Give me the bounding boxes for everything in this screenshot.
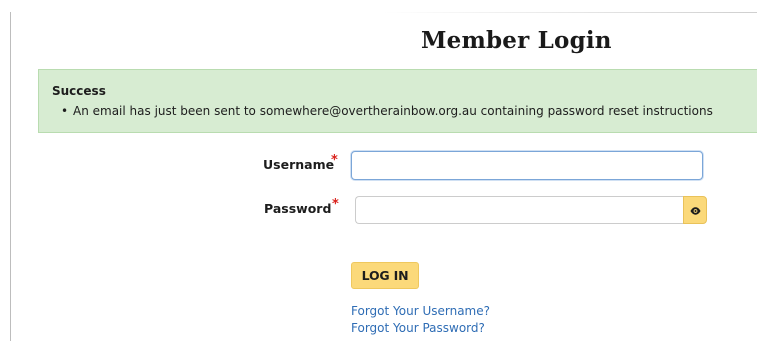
alert-message-text: An email has just been sent to somewhere… <box>73 104 713 118</box>
bullet-icon: • <box>61 104 69 118</box>
username-label: Username <box>263 157 335 172</box>
forgot-username-link[interactable]: Forgot Your Username? <box>351 304 490 318</box>
page-title: Member Login <box>421 27 612 54</box>
eye-icon <box>690 207 701 215</box>
login-button[interactable]: LOG IN <box>351 262 419 289</box>
success-alert: Success • An email has just been sent to… <box>38 69 757 133</box>
username-input[interactable] <box>351 151 703 180</box>
forgot-password-link[interactable]: Forgot Your Password? <box>351 321 485 335</box>
password-input[interactable] <box>355 196 683 224</box>
frame-top-border <box>10 12 757 13</box>
show-password-button[interactable] <box>683 196 707 224</box>
alert-title: Success <box>52 84 106 98</box>
frame-left-border <box>10 12 11 341</box>
password-label: Password <box>264 201 332 216</box>
alert-message-list: • An email has just been sent to somewhe… <box>61 104 713 118</box>
password-required-marker: * <box>332 197 339 212</box>
username-required-marker: * <box>331 153 338 168</box>
login-page: Member Login Success • An email has just… <box>0 0 757 341</box>
alert-message: • An email has just been sent to somewhe… <box>61 104 713 118</box>
